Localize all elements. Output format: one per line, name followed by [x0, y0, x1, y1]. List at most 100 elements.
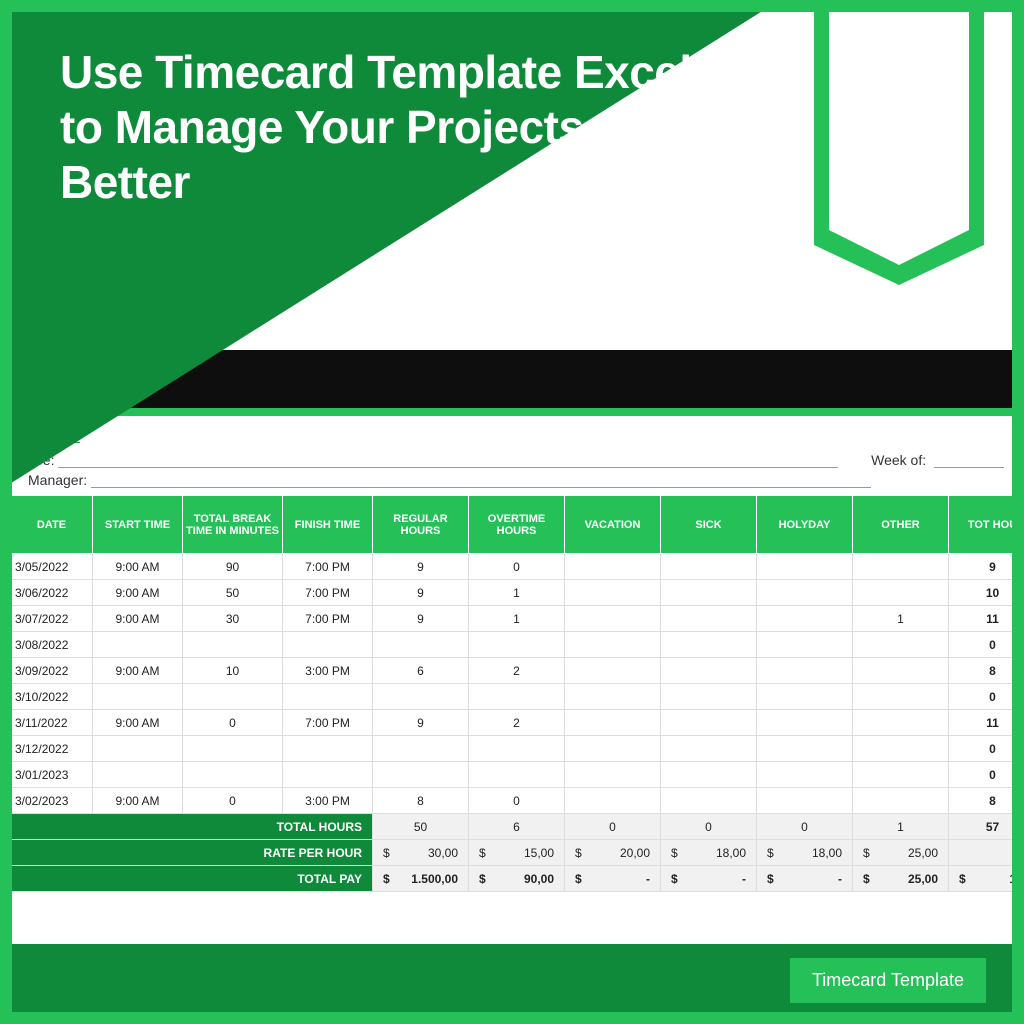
timecard-table: DATE START TIME TOTAL BREAK TIME IN MINU… — [10, 495, 1024, 892]
cell-other — [853, 658, 949, 684]
cell-break: 50 — [183, 580, 283, 606]
rate-other: $25,00 — [853, 840, 949, 866]
total-hours-label: TOTAL HOURS — [11, 814, 373, 840]
rate-vac: $20,00 — [565, 840, 661, 866]
cell-date: 3/06/2022 — [11, 580, 93, 606]
cell-sick — [661, 632, 757, 658]
cell-other — [853, 762, 949, 788]
cell-other — [853, 710, 949, 736]
table-row: 3/10/2022 0 — [11, 684, 1024, 710]
rate-reg: $30,00 — [373, 840, 469, 866]
pay-hol: $- — [757, 866, 853, 892]
cell-ot — [469, 632, 565, 658]
col-holyday: HOLYDAY — [757, 496, 853, 554]
cell-other — [853, 684, 949, 710]
cell-vac — [565, 684, 661, 710]
cell-reg — [373, 736, 469, 762]
cell-ot — [469, 762, 565, 788]
col-other: OTHER — [853, 496, 949, 554]
cell-hol — [757, 762, 853, 788]
cell-date: 3/07/2022 — [11, 606, 93, 632]
pay-sick: $- — [661, 866, 757, 892]
cell-date: 3/12/2022 — [11, 736, 93, 762]
cell-hol — [757, 788, 853, 814]
table-row: 3/06/20229:00 AM507:00 PM9110 — [11, 580, 1024, 606]
cell-sick — [661, 710, 757, 736]
pay-reg: $1.500,00 — [373, 866, 469, 892]
pay-label: TOTAL PAY — [11, 866, 373, 892]
cell-vac — [565, 632, 661, 658]
cell-total: 0 — [949, 762, 1024, 788]
cell-other — [853, 788, 949, 814]
th-ot: 6 — [469, 814, 565, 840]
rate-hol: $18,00 — [757, 840, 853, 866]
cell-break: 90 — [183, 554, 283, 580]
cell-vac — [565, 658, 661, 684]
cell-vac — [565, 554, 661, 580]
cell-finish — [283, 736, 373, 762]
cell-sick — [661, 788, 757, 814]
table-row: 3/11/20229:00 AM07:00 PM9211 — [11, 710, 1024, 736]
cell-ot: 2 — [469, 658, 565, 684]
th-total: 57 — [949, 814, 1024, 840]
cell-ot — [469, 736, 565, 762]
col-regular: REGULAR HOURS — [373, 496, 469, 554]
cell-ot: 0 — [469, 788, 565, 814]
cell-start: 9:00 AM — [93, 788, 183, 814]
cell-start: 9:00 AM — [93, 606, 183, 632]
timecard-template-button[interactable]: Timecard Template — [790, 958, 986, 1003]
th-other: 1 — [853, 814, 949, 840]
cell-finish: 7:00 PM — [283, 710, 373, 736]
cell-date: 3/09/2022 — [11, 658, 93, 684]
footer-bar: Timecard Template — [10, 944, 1014, 1014]
cell-total: 11 — [949, 606, 1024, 632]
cell-break: 0 — [183, 788, 283, 814]
cell-break — [183, 736, 283, 762]
pay-vac: $- — [565, 866, 661, 892]
summary-pay: TOTAL PAY $1.500,00 $90,00 $- $- $- $25,… — [11, 866, 1024, 892]
cell-vac — [565, 710, 661, 736]
cell-hol — [757, 736, 853, 762]
cell-sick — [661, 554, 757, 580]
cell-sick — [661, 762, 757, 788]
th-hol: 0 — [757, 814, 853, 840]
cell-reg — [373, 684, 469, 710]
cell-reg: 9 — [373, 580, 469, 606]
cell-break — [183, 684, 283, 710]
col-overtime: OVERTIME HOURS — [469, 496, 565, 554]
cell-hol — [757, 658, 853, 684]
ribbon-badge — [814, 0, 984, 280]
rate-sick: $18,00 — [661, 840, 757, 866]
cell-reg: 9 — [373, 606, 469, 632]
rate-total — [949, 840, 1024, 866]
cell-ot: 1 — [469, 606, 565, 632]
cell-date: 3/10/2022 — [11, 684, 93, 710]
cell-total: 0 — [949, 684, 1024, 710]
cell-sick — [661, 658, 757, 684]
cell-finish: 3:00 PM — [283, 788, 373, 814]
cell-sick — [661, 606, 757, 632]
cell-hol — [757, 606, 853, 632]
summary-total-hours: TOTAL HOURS 50 6 0 0 0 1 57 — [11, 814, 1024, 840]
cell-other: 1 — [853, 606, 949, 632]
table-header-row: DATE START TIME TOTAL BREAK TIME IN MINU… — [11, 496, 1024, 554]
col-vacation: VACATION — [565, 496, 661, 554]
cell-other — [853, 736, 949, 762]
pay-ot: $90,00 — [469, 866, 565, 892]
table-row: 3/12/20220 — [11, 736, 1024, 762]
cell-ot: 0 — [469, 554, 565, 580]
cell-finish — [283, 684, 373, 710]
cell-total: 0 — [949, 632, 1024, 658]
cell-start: 9:00 AM — [93, 658, 183, 684]
cell-reg: 6 — [373, 658, 469, 684]
cell-other — [853, 632, 949, 658]
table-row: 3/08/20220 — [11, 632, 1024, 658]
cell-vac — [565, 580, 661, 606]
col-total: TOT HOU — [949, 496, 1024, 554]
cell-date: 3/05/2022 — [11, 554, 93, 580]
th-vac: 0 — [565, 814, 661, 840]
cell-date: 3/02/2023 — [11, 788, 93, 814]
th-sick: 0 — [661, 814, 757, 840]
cell-sick — [661, 684, 757, 710]
summary-rate: RATE PER HOUR $30,00 $15,00 $20,00 $18,0… — [11, 840, 1024, 866]
